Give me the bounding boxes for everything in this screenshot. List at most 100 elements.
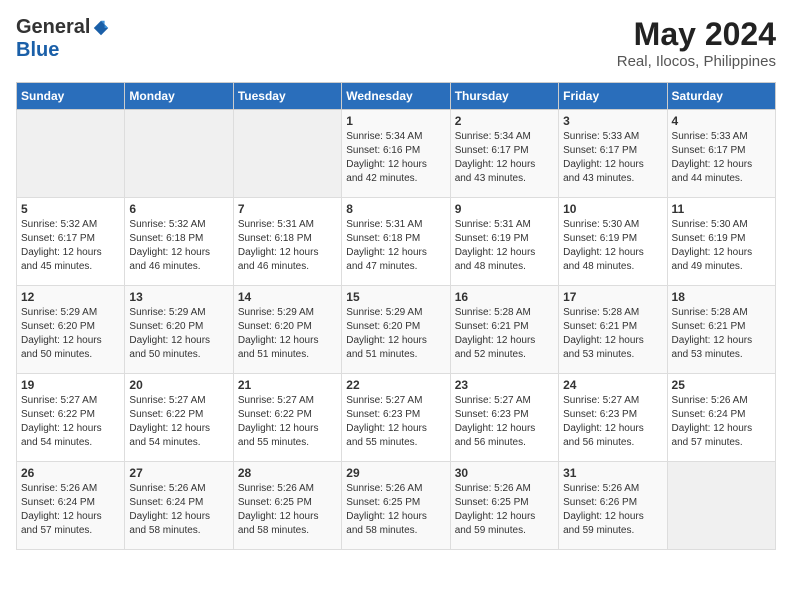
day-number: 11 (672, 202, 771, 216)
day-info: Sunrise: 5:32 AM Sunset: 6:18 PM Dayligh… (129, 218, 228, 274)
table-row: 2 Sunrise: 5:34 AM Sunset: 6:17 PM Daylig… (450, 110, 558, 198)
day-info: Sunrise: 5:26 AM Sunset: 6:25 PM Dayligh… (238, 482, 337, 538)
table-row: 9 Sunrise: 5:31 AM Sunset: 6:19 PM Daylig… (450, 198, 558, 286)
day-info: Sunrise: 5:34 AM Sunset: 6:17 PM Dayligh… (455, 130, 554, 186)
days-header-row: Sunday Monday Tuesday Wednesday Thursday… (17, 83, 776, 110)
day-info: Sunrise: 5:29 AM Sunset: 6:20 PM Dayligh… (238, 306, 337, 362)
table-row: 27Sunrise: 5:26 AM Sunset: 6:24 PM Dayli… (125, 462, 233, 550)
table-row: 1 Sunrise: 5:34 AM Sunset: 6:16 PM Daylig… (342, 110, 450, 198)
table-row: 18 Sunrise: 5:28 AM Sunset: 6:21 PM Dayli… (667, 286, 775, 374)
day-info: Sunrise: 5:32 AM Sunset: 6:17 PM Dayligh… (21, 218, 120, 274)
day-info: Sunrise: 5:26 AM Sunset: 6:25 PM Dayligh… (346, 482, 445, 538)
table-row: 29 Sunrise: 5:26 AM Sunset: 6:25 PM Dayli… (342, 462, 450, 550)
table-row: 21 Sunrise: 5:27 AM Sunset: 6:22 PM Dayli… (233, 374, 341, 462)
day-number: 7 (238, 202, 337, 216)
logo-general: General (16, 16, 90, 39)
table-row: 10Sunrise: 5:30 AM Sunset: 6:19 PM Dayli… (559, 198, 667, 286)
day-info: Sunrise: 5:26 AM Sunset: 6:26 PM Dayligh… (563, 482, 662, 538)
day-number: 3 (563, 114, 662, 128)
table-row: 14 Sunrise: 5:29 AM Sunset: 6:20 PM Dayli… (233, 286, 341, 374)
day-number: 4 (672, 114, 771, 128)
day-info: Sunrise: 5:27 AM Sunset: 6:22 PM Dayligh… (129, 394, 228, 450)
table-row: 15 Sunrise: 5:29 AM Sunset: 6:20 PM Dayli… (342, 286, 450, 374)
day-info: Sunrise: 5:29 AM Sunset: 6:20 PM Dayligh… (129, 306, 228, 362)
day-number: 22 (346, 378, 445, 392)
header-sunday: Sunday (17, 83, 125, 110)
day-info: Sunrise: 5:26 AM Sunset: 6:24 PM Dayligh… (672, 394, 771, 450)
day-number: 21 (238, 378, 337, 392)
day-info: Sunrise: 5:31 AM Sunset: 6:19 PM Dayligh… (455, 218, 554, 274)
header-thursday: Thursday (450, 83, 558, 110)
day-info: Sunrise: 5:33 AM Sunset: 6:17 PM Dayligh… (563, 130, 662, 186)
day-number: 8 (346, 202, 445, 216)
day-number: 30 (455, 466, 554, 480)
location: Real, Ilocos, Philippines (617, 53, 776, 70)
calendar-week-0: 1 Sunrise: 5:34 AM Sunset: 6:16 PM Daylig… (17, 110, 776, 198)
day-info: Sunrise: 5:31 AM Sunset: 6:18 PM Dayligh… (238, 218, 337, 274)
day-info: Sunrise: 5:26 AM Sunset: 6:25 PM Dayligh… (455, 482, 554, 538)
logo-icon (92, 19, 110, 37)
day-number: 25 (672, 378, 771, 392)
logo-blue: Blue (16, 39, 59, 62)
table-row: 26 Sunrise: 5:26 AM Sunset: 6:24 PM Dayli… (17, 462, 125, 550)
day-number: 19 (21, 378, 120, 392)
day-info: Sunrise: 5:27 AM Sunset: 6:23 PM Dayligh… (455, 394, 554, 450)
day-number: 29 (346, 466, 445, 480)
month-title: May 2024 (617, 16, 776, 53)
day-number: 9 (455, 202, 554, 216)
table-row: 17Sunrise: 5:28 AM Sunset: 6:21 PM Dayli… (559, 286, 667, 374)
day-number: 1 (346, 114, 445, 128)
table-row: 4 Sunrise: 5:33 AM Sunset: 6:17 PM Daylig… (667, 110, 775, 198)
day-number: 2 (455, 114, 554, 128)
table-row: 19Sunrise: 5:27 AM Sunset: 6:22 PM Dayli… (17, 374, 125, 462)
table-row (17, 110, 125, 198)
table-row: 25 Sunrise: 5:26 AM Sunset: 6:24 PM Dayli… (667, 374, 775, 462)
table-row: 7 Sunrise: 5:31 AM Sunset: 6:18 PM Daylig… (233, 198, 341, 286)
day-number: 5 (21, 202, 120, 216)
day-number: 15 (346, 290, 445, 304)
title-block: May 2024 Real, Ilocos, Philippines (617, 16, 776, 70)
table-row: 16 Sunrise: 5:28 AM Sunset: 6:21 PM Dayli… (450, 286, 558, 374)
table-row: 31Sunrise: 5:26 AM Sunset: 6:26 PM Dayli… (559, 462, 667, 550)
table-row: 13 Sunrise: 5:29 AM Sunset: 6:20 PM Dayli… (125, 286, 233, 374)
table-row: 5 Sunrise: 5:32 AM Sunset: 6:17 PM Daylig… (17, 198, 125, 286)
calendar-week-3: 19 Sunrise: 5:27 AM Sunset: 6:22 PM Dayli… (17, 374, 776, 462)
calendar-week-2: 12 Sunrise: 5:29 AM Sunset: 6:20 PM Dayli… (17, 286, 776, 374)
day-number: 27 (129, 466, 228, 480)
day-info: Sunrise: 5:30 AM Sunset: 6:19 PM Dayligh… (563, 218, 662, 274)
table-row: 3 Sunrise: 5:33 AM Sunset: 6:17 PM Daylig… (559, 110, 667, 198)
day-info: Sunrise: 5:31 AM Sunset: 6:18 PM Dayligh… (346, 218, 445, 274)
day-info: Sunrise: 5:28 AM Sunset: 6:21 PM Dayligh… (455, 306, 554, 362)
header-tuesday: Tuesday (233, 83, 341, 110)
day-info: Sunrise: 5:33 AM Sunset: 6:17 PM Dayligh… (672, 130, 771, 186)
table-row: 8 Sunrise: 5:31 AM Sunset: 6:18 PM Daylig… (342, 198, 450, 286)
day-info: Sunrise: 5:34 AM Sunset: 6:16 PM Dayligh… (346, 130, 445, 186)
table-row: 28Sunrise: 5:26 AM Sunset: 6:25 PM Dayli… (233, 462, 341, 550)
table-row: 12 Sunrise: 5:29 AM Sunset: 6:20 PM Dayli… (17, 286, 125, 374)
day-number: 24 (563, 378, 662, 392)
table-row: 24 Sunrise: 5:27 AM Sunset: 6:23 PM Dayli… (559, 374, 667, 462)
day-number: 26 (21, 466, 120, 480)
day-info: Sunrise: 5:29 AM Sunset: 6:20 PM Dayligh… (21, 306, 120, 362)
page-header: General Blue May 2024 Real, Ilocos, Phil… (16, 16, 776, 70)
day-number: 16 (455, 290, 554, 304)
table-row (125, 110, 233, 198)
day-number: 23 (455, 378, 554, 392)
day-info: Sunrise: 5:28 AM Sunset: 6:21 PM Dayligh… (672, 306, 771, 362)
day-info: Sunrise: 5:27 AM Sunset: 6:23 PM Dayligh… (346, 394, 445, 450)
calendar-week-4: 26 Sunrise: 5:26 AM Sunset: 6:24 PM Dayli… (17, 462, 776, 550)
table-row (233, 110, 341, 198)
day-info: Sunrise: 5:27 AM Sunset: 6:22 PM Dayligh… (238, 394, 337, 450)
calendar-week-1: 5 Sunrise: 5:32 AM Sunset: 6:17 PM Daylig… (17, 198, 776, 286)
day-info: Sunrise: 5:29 AM Sunset: 6:20 PM Dayligh… (346, 306, 445, 362)
day-number: 20 (129, 378, 228, 392)
day-info: Sunrise: 5:26 AM Sunset: 6:24 PM Dayligh… (21, 482, 120, 538)
day-number: 14 (238, 290, 337, 304)
header-saturday: Saturday (667, 83, 775, 110)
day-number: 18 (672, 290, 771, 304)
day-number: 12 (21, 290, 120, 304)
header-monday: Monday (125, 83, 233, 110)
day-info: Sunrise: 5:27 AM Sunset: 6:23 PM Dayligh… (563, 394, 662, 450)
table-row: 11Sunrise: 5:30 AM Sunset: 6:19 PM Dayli… (667, 198, 775, 286)
day-number: 13 (129, 290, 228, 304)
